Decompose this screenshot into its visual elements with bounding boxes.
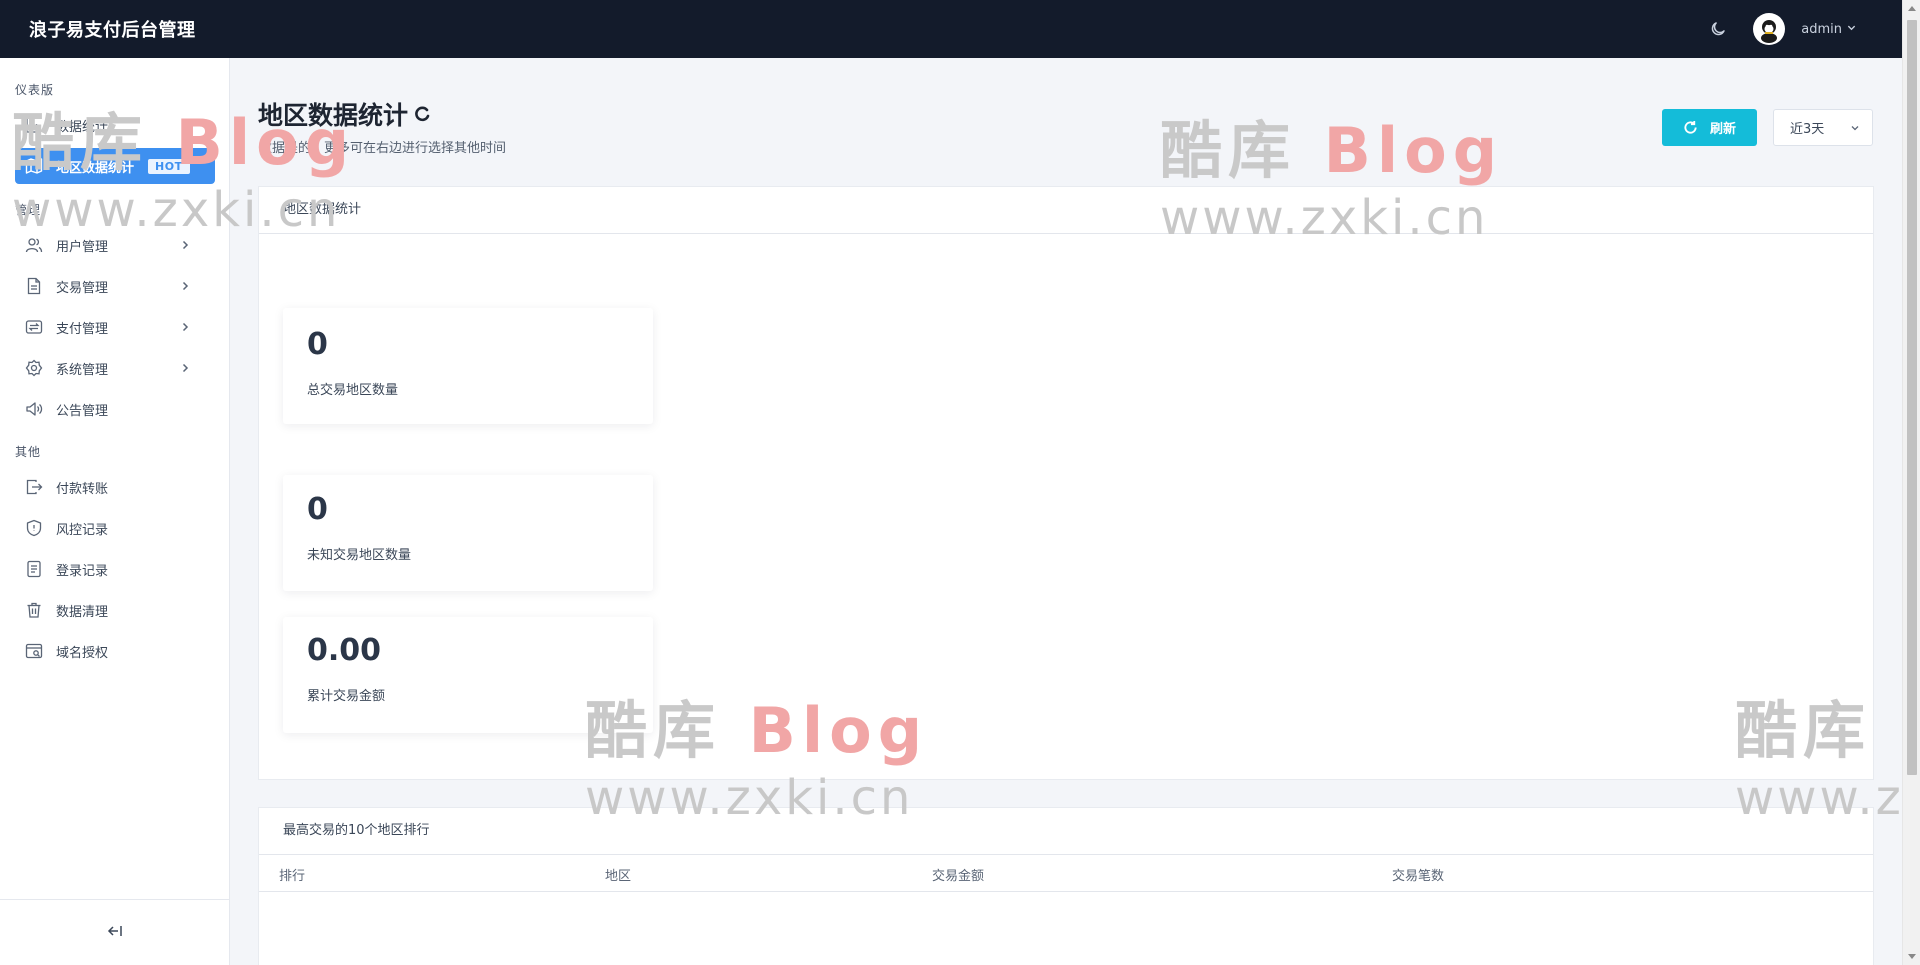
stat-total-regions: 0 总交易地区数量	[283, 308, 653, 424]
watermark-brand-cn: 酷库	[1160, 114, 1297, 187]
chevron-right-icon	[177, 360, 193, 376]
sidebar-item-label: 交易管理	[56, 280, 109, 296]
card-header: 最高交易的10个地区排行	[259, 808, 1873, 855]
app-title[interactable]: 浪子易支付后台管理	[29, 16, 196, 42]
sidebar-section-other: 其他	[15, 445, 42, 459]
sidebar-item-data-stats[interactable]: 数据统计	[15, 107, 215, 143]
column-header-count[interactable]: 交易笔数	[1392, 865, 1444, 884]
gear-icon	[25, 359, 43, 377]
watermark-brand-en: Blog	[1323, 114, 1504, 187]
sidebar-item-risk[interactable]: 风控记录	[15, 510, 215, 546]
chevron-down-icon	[1850, 122, 1860, 137]
scroll-up-arrow-icon[interactable]	[1908, 6, 1916, 11]
sidebar-item-users[interactable]: 用户管理	[15, 227, 215, 263]
chevron-down-icon[interactable]	[1847, 23, 1856, 35]
users-icon	[25, 236, 43, 254]
sidebar-item-label: 数据统计	[56, 119, 109, 135]
bar-chart-icon	[25, 116, 43, 134]
collapse-left-icon[interactable]	[107, 923, 123, 942]
region-stats-card: 地区数据统计 0 总交易地区数量 0 未知交易地区数量 0.00 累计交易金额	[258, 186, 1874, 780]
log-icon	[25, 560, 43, 578]
table-header: 排行 地区 交易金额 交易笔数	[259, 855, 1873, 892]
chevron-right-icon	[177, 237, 193, 253]
stat-value: 0.00	[307, 633, 382, 668]
sidebar-item-data-cleanup[interactable]: 数据清理	[15, 592, 215, 628]
column-header-region[interactable]: 地区	[605, 865, 631, 884]
export-icon	[25, 478, 43, 496]
date-range-select[interactable]: 近3天	[1773, 109, 1873, 146]
sidebar: 仪表版 数据统计 地区数据统计 HOT 管理 用户管理 交易管理 支付管理 系统…	[0, 58, 230, 965]
sidebar-item-label: 风控记录	[56, 522, 109, 538]
scrollbar-thumb[interactable]	[1907, 20, 1917, 775]
column-header-amount[interactable]: 交易金额	[932, 865, 984, 884]
sidebar-item-label: 地区数据统计	[56, 160, 135, 176]
stat-unknown-regions: 0 未知交易地区数量	[283, 475, 653, 591]
domain-icon	[25, 642, 43, 660]
stat-value: 0	[307, 492, 328, 527]
sidebar-section-dashboard: 仪表版	[15, 83, 55, 97]
sidebar-item-system[interactable]: 系统管理	[15, 350, 215, 386]
sidebar-item-label: 域名授权	[56, 645, 109, 661]
sidebar-item-domain-auth[interactable]: 域名授权	[15, 633, 215, 669]
stat-label: 未知交易地区数量	[307, 548, 412, 563]
stat-label: 总交易地区数量	[307, 383, 399, 398]
hot-badge: HOT	[148, 158, 190, 174]
page-title: 地区数据统计	[258, 96, 430, 132]
sidebar-item-label: 用户管理	[56, 239, 109, 255]
refresh-button[interactable]: 刷新	[1662, 109, 1757, 146]
top-bar: 浪子易支付后台管理 admin	[0, 0, 1902, 58]
stat-total-amount: 0.00 累计交易金额	[283, 617, 653, 733]
scroll-down-arrow-icon[interactable]	[1908, 954, 1916, 959]
sidebar-item-login-log[interactable]: 登录记录	[15, 551, 215, 587]
sidebar-item-region-stats[interactable]: 地区数据统计 HOT	[15, 148, 215, 184]
sidebar-footer	[0, 899, 229, 965]
sidebar-item-payout[interactable]: 付款转账	[15, 469, 215, 505]
sidebar-item-label: 公告管理	[56, 403, 109, 419]
sidebar-item-label: 系统管理	[56, 362, 109, 378]
sidebar-item-label: 登录记录	[56, 563, 109, 579]
page-scrollbar[interactable]	[1902, 0, 1920, 965]
moon-icon	[1712, 22, 1726, 36]
refresh-icon	[1683, 120, 1698, 135]
date-range-value: 近3天	[1790, 122, 1825, 137]
sidebar-item-announcements[interactable]: 公告管理	[15, 391, 215, 427]
sidebar-item-label: 支付管理	[56, 321, 109, 337]
speaker-icon	[25, 400, 43, 418]
sidebar-item-label: 付款转账	[56, 481, 109, 497]
trash-icon	[25, 601, 43, 619]
card-header: 地区数据统计	[259, 187, 1873, 234]
sidebar-item-label: 数据清理	[56, 604, 109, 620]
chevron-right-icon	[177, 278, 193, 294]
top-regions-card: 最高交易的10个地区排行 排行 地区 交易金额 交易笔数	[258, 807, 1874, 965]
sidebar-item-transactions[interactable]: 交易管理	[15, 268, 215, 304]
avatar[interactable]	[1753, 13, 1786, 45]
column-header-rank[interactable]: 排行	[279, 865, 305, 884]
chevron-right-icon	[177, 319, 193, 335]
document-icon	[25, 277, 43, 295]
transfer-icon	[25, 318, 43, 336]
dark-mode-toggle[interactable]	[1707, 18, 1729, 40]
loading-spinner-icon	[414, 106, 430, 122]
refresh-label: 刷新	[1709, 121, 1736, 136]
user-menu-name[interactable]: admin	[1801, 22, 1842, 37]
shield-icon	[25, 519, 43, 537]
sidebar-section-manage: 管理	[15, 203, 42, 217]
page-subtitle: 数据是的，更多可在右边进行选择其他时间	[259, 141, 507, 156]
sidebar-item-payments[interactable]: 支付管理	[15, 309, 215, 345]
stat-label: 累计交易金额	[307, 689, 386, 704]
page-title-text: 地区数据统计	[258, 101, 409, 130]
map-icon	[25, 157, 43, 175]
stat-value: 0	[307, 327, 328, 362]
